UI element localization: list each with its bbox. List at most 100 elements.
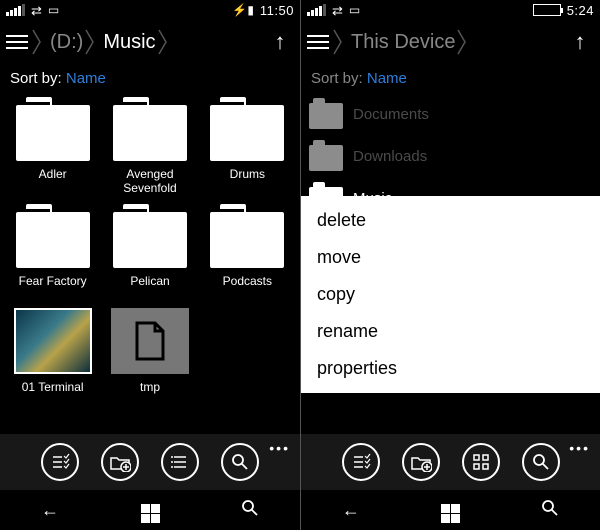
item-label: Avenged Sevenfold	[105, 167, 194, 196]
context-move[interactable]: move	[301, 239, 600, 276]
file-grid: Adler Avenged Sevenfold Drums Fear Facto…	[0, 89, 300, 408]
item-label: Podcasts	[223, 274, 272, 302]
chevron-icon	[32, 28, 42, 56]
context-properties[interactable]: properties	[301, 350, 600, 387]
sort-value[interactable]: Name	[66, 70, 106, 87]
up-button[interactable]: ↑	[566, 29, 594, 55]
item-label: Downloads	[353, 148, 427, 165]
context-menu: delete move copy rename properties	[301, 196, 600, 393]
context-delete[interactable]: delete	[301, 202, 600, 239]
start-button[interactable]	[120, 497, 180, 523]
menu-button[interactable]	[307, 31, 329, 53]
vibrate-icon: ▭	[48, 3, 59, 17]
battery-charging-icon: ⚡▮	[232, 3, 254, 17]
select-button[interactable]	[41, 443, 79, 481]
header: This Device ↑	[301, 20, 600, 64]
view-button[interactable]	[462, 443, 500, 481]
image-thumbnail	[14, 308, 92, 374]
screen-left: ⇄ ▭ ⚡▮ 11:50 (D:) Music ↑ Sort by: Name	[0, 0, 300, 530]
folder-item[interactable]: Podcasts	[203, 202, 292, 302]
search-icon	[531, 452, 551, 472]
item-label: Fear Factory	[19, 274, 87, 302]
folder-icon	[16, 105, 90, 161]
folder-item[interactable]: Pelican	[105, 202, 194, 302]
folder-item[interactable]: Fear Factory	[8, 202, 97, 302]
nav-search-button[interactable]	[220, 499, 280, 522]
context-rename[interactable]: rename	[301, 313, 600, 350]
more-button[interactable]: •••	[269, 440, 290, 456]
select-icon	[50, 452, 70, 472]
app-bar: •••	[0, 434, 300, 490]
search-button[interactable]	[221, 443, 259, 481]
item-label: tmp	[140, 380, 160, 408]
chevron-icon	[457, 28, 467, 56]
folder-icon	[210, 212, 284, 268]
folder-item[interactable]: Avenged Sevenfold	[105, 95, 194, 196]
up-button[interactable]: ↑	[266, 29, 294, 55]
breadcrumb-title[interactable]: This Device	[343, 31, 457, 54]
cellular-icon	[6, 4, 25, 16]
status-bar: ⇄ ▭ 5:24	[301, 0, 600, 20]
select-button[interactable]	[342, 443, 380, 481]
chevron-icon	[158, 28, 168, 56]
back-button[interactable]: ←	[20, 500, 80, 521]
cellular-icon	[307, 4, 326, 16]
item-label: 01 Terminal	[22, 380, 84, 408]
new-folder-icon	[410, 452, 432, 472]
view-button[interactable]	[161, 443, 199, 481]
new-folder-icon	[109, 452, 131, 472]
back-button[interactable]: ←	[321, 500, 381, 521]
select-icon	[351, 452, 371, 472]
list-view-icon	[170, 452, 190, 472]
folder-item[interactable]: Adler	[8, 95, 97, 196]
sort-label: Sort by:	[10, 70, 66, 87]
app-bar: •••	[301, 434, 600, 490]
folder-icon	[210, 105, 284, 161]
folder-icon	[16, 212, 90, 268]
windows-icon	[441, 504, 460, 523]
nav-bar: ←	[301, 490, 600, 530]
windows-icon	[141, 504, 160, 523]
search-button[interactable]	[522, 443, 560, 481]
item-label: Documents	[353, 106, 429, 123]
search-icon	[230, 452, 250, 472]
breadcrumb-drive[interactable]: (D:)	[42, 31, 85, 54]
header: (D:) Music ↑	[0, 20, 300, 64]
sort-row[interactable]: Sort by: Name	[301, 64, 600, 89]
breadcrumb-folder[interactable]: Music	[95, 31, 157, 54]
search-icon	[241, 499, 259, 517]
folder-icon	[113, 105, 187, 161]
status-bar: ⇄ ▭ ⚡▮ 11:50	[0, 0, 300, 20]
folder-icon	[309, 145, 343, 171]
sort-row[interactable]: Sort by: Name	[0, 64, 300, 89]
file-item[interactable]: tmp	[105, 308, 194, 408]
nav-search-button[interactable]	[520, 499, 580, 522]
vibrate-icon: ▭	[349, 3, 360, 17]
item-label: Drums	[230, 167, 265, 195]
item-label: Adler	[39, 167, 67, 195]
item-label: Pelican	[130, 274, 169, 302]
search-icon	[541, 499, 559, 517]
new-folder-button[interactable]	[402, 443, 440, 481]
file-icon	[111, 308, 189, 374]
start-button[interactable]	[420, 497, 480, 523]
folder-item[interactable]: Documents	[309, 93, 592, 135]
folder-icon	[113, 212, 187, 268]
image-item[interactable]: 01 Terminal	[8, 308, 97, 408]
clock: 11:50	[260, 3, 294, 18]
wifi-icon: ⇄	[31, 4, 42, 17]
wifi-icon: ⇄	[332, 4, 343, 17]
new-folder-button[interactable]	[101, 443, 139, 481]
folder-icon	[309, 103, 343, 129]
breadcrumb[interactable]: This Device	[333, 28, 562, 56]
screen-right: ⇄ ▭ 5:24 This Device ↑ Sort by: Name Doc…	[300, 0, 600, 530]
more-button[interactable]: •••	[569, 440, 590, 456]
nav-bar: ←	[0, 490, 300, 530]
context-copy[interactable]: copy	[301, 276, 600, 313]
folder-item[interactable]: Drums	[203, 95, 292, 196]
menu-button[interactable]	[6, 31, 28, 53]
sort-value[interactable]: Name	[367, 70, 407, 87]
sort-label: Sort by:	[311, 70, 367, 87]
breadcrumb[interactable]: (D:) Music	[32, 28, 262, 56]
folder-item[interactable]: Downloads	[309, 135, 592, 177]
